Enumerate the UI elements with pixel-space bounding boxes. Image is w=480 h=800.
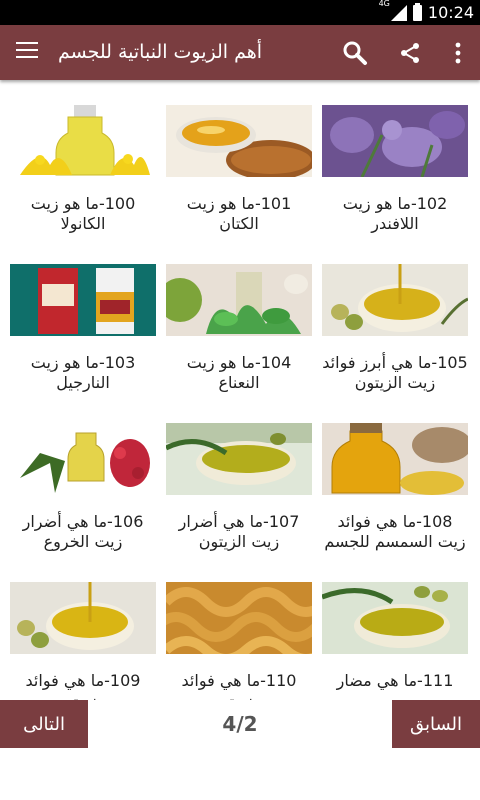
item-caption: 101-ما هو زيت الكتان xyxy=(186,194,292,233)
item-caption: 107-ما هي أضرار زيت الزيتون xyxy=(178,512,300,551)
item-caption: 106-ما هي أضرار زيت الخروع xyxy=(22,512,144,551)
thumbnail-flaxseed xyxy=(166,105,312,177)
share-icon[interactable] xyxy=(395,38,425,68)
grid-item[interactable]: 111-ما هي مضار xyxy=(322,557,470,697)
thumbnail-coconut xyxy=(10,264,156,336)
grid-item[interactable]: 108-ما هي فوائد زيت السمسم للجسم xyxy=(322,398,470,551)
grid-item[interactable]: 110-ما هي فوائد زيت xyxy=(166,557,314,700)
grid-item[interactable]: 103-ما هو زيت النارجيل xyxy=(10,239,158,392)
item-caption: 104-ما هو زيت النعناع xyxy=(186,353,292,392)
next-button[interactable]: التالى xyxy=(0,700,88,748)
item-caption: 109-ما هي فوائد زيت xyxy=(25,671,141,700)
thumbnail-olive-oil xyxy=(322,264,468,336)
signal-icon xyxy=(390,4,407,21)
item-caption: 103-ما هو زيت النارجيل xyxy=(30,353,136,392)
grid-item[interactable]: 105-ما هي أبرز فوائد زيت الزيتون xyxy=(322,239,470,392)
thumbnail-sesame xyxy=(322,423,468,495)
item-caption: 111-ما هي مضار xyxy=(336,671,454,690)
grid-item[interactable]: 107-ما هي أضرار زيت الزيتون xyxy=(166,398,314,551)
item-caption: 100-ما هو زيت الكانولا xyxy=(30,194,136,233)
grid-item[interactable]: 102-ما هو زيت اللافندر xyxy=(322,80,470,233)
grid-item[interactable]: 109-ما هي فوائد زيت xyxy=(10,557,158,700)
thumbnail-olive-oil xyxy=(166,423,312,495)
menu-icon[interactable] xyxy=(16,42,38,62)
thumbnail-pasta xyxy=(166,582,312,654)
item-caption: 108-ما هي فوائد زيت السمسم للجسم xyxy=(324,512,466,551)
search-icon[interactable] xyxy=(340,38,370,68)
item-caption: 105-ما هي أبرز فوائد زيت الزيتون xyxy=(322,353,468,392)
page-title: أهم الزيوت النباتية للجسم xyxy=(58,41,263,63)
network-type: 4G xyxy=(378,0,390,8)
pagination-bar: التالى 4/2 السابق xyxy=(0,700,480,800)
item-caption: 110-ما هي فوائد زيت xyxy=(181,671,297,700)
grid-item[interactable]: 104-ما هو زيت النعناع xyxy=(166,239,314,392)
battery-icon xyxy=(412,2,422,21)
thumbnail-castor xyxy=(10,423,156,495)
grid-item[interactable]: 101-ما هو زيت الكتان xyxy=(166,80,314,233)
status-time: 10:24 xyxy=(427,3,474,22)
thumbnail-olive-oil xyxy=(322,582,468,654)
page-indicator: 4/2 xyxy=(222,712,258,736)
app-bar: أهم الزيوت النباتية للجسم xyxy=(0,25,480,80)
previous-button[interactable]: السابق xyxy=(392,700,480,748)
overflow-menu-icon[interactable] xyxy=(443,38,473,68)
oils-grid: 100-ما هو زيت الكانولا 101-ما هو زيت الك… xyxy=(0,80,480,700)
thumbnail-mint xyxy=(166,264,312,336)
grid-item[interactable]: 106-ما هي أضرار زيت الخروع xyxy=(10,398,158,551)
thumbnail-canola xyxy=(10,105,156,177)
grid-item[interactable]: 100-ما هو زيت الكانولا xyxy=(10,80,158,233)
status-bar: 4G 10:24 xyxy=(0,0,480,25)
thumbnail-lavender xyxy=(322,105,468,177)
thumbnail-olive-oil xyxy=(10,582,156,654)
item-caption: 102-ما هو زيت اللافندر xyxy=(342,194,448,233)
